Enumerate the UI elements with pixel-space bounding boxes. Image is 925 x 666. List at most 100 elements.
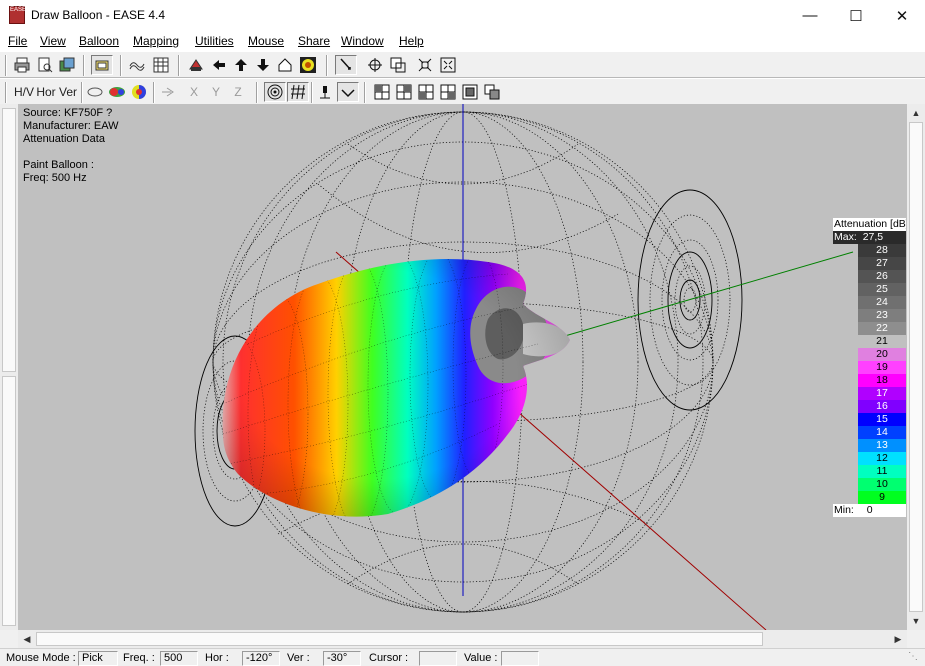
balloon-view-icon[interactable]: [186, 55, 206, 75]
legend-step-25: 25: [858, 283, 906, 296]
close-button[interactable]: ✕: [879, 0, 925, 31]
ease-app-icon[interactable]: EASE: [9, 6, 26, 24]
minimize-button[interactable]: —: [787, 0, 833, 31]
vertical-scrollbar[interactable]: ▲ ▼: [907, 104, 925, 630]
legend-step-20: 20: [858, 348, 906, 361]
legend-step-24: 24: [858, 296, 906, 309]
legend-step-18: 18: [858, 374, 906, 387]
horizontal-scroll-thumb[interactable]: [36, 632, 763, 646]
hv-view-button[interactable]: H/V: [12, 82, 36, 102]
zoom-extents-icon[interactable]: [437, 55, 459, 75]
layout-cascade-icon[interactable]: [482, 82, 502, 102]
menu-view[interactable]: View: [40, 34, 66, 48]
menu-file[interactable]: File: [8, 34, 27, 48]
toolbar-separator: [5, 55, 7, 76]
window-layout-icon[interactable]: [91, 55, 113, 75]
legend-step-28: 28: [858, 244, 906, 257]
scroll-left-arrow-icon[interactable]: ◀: [18, 630, 36, 648]
pick-pointer-icon[interactable]: [335, 55, 357, 75]
arrow-curve-icon[interactable]: [337, 82, 359, 102]
arrow-left-icon[interactable]: [209, 55, 229, 75]
ver-view-button[interactable]: Ver: [57, 82, 79, 102]
arrow-down-icon[interactable]: [253, 55, 273, 75]
mesh-grid-icon[interactable]: [287, 82, 309, 102]
left-scroll-thumb[interactable]: [2, 108, 16, 372]
mouse-mode-label: Mouse Mode :: [6, 652, 76, 664]
left-scroll-strip[interactable]: [0, 104, 18, 630]
radiation-balloon: [222, 258, 570, 517]
ellipse-icon[interactable]: [85, 82, 105, 102]
legend-step-17: 17: [858, 387, 906, 400]
horizontal-scrollbar[interactable]: ◀ ▶: [18, 630, 907, 648]
layout-center-icon[interactable]: [460, 82, 480, 102]
legend-max-value: 27,5: [862, 231, 884, 243]
manufacturer-label: Manufacturer: EAW: [23, 120, 119, 132]
scroll-right-arrow-icon[interactable]: ▶: [889, 630, 907, 648]
cursor-label: Cursor :: [369, 652, 409, 664]
axis-z-button[interactable]: Z: [228, 82, 248, 102]
color-sphere-icon[interactable]: [129, 82, 149, 102]
paint-mode-label: Paint Balloon :: [23, 159, 94, 171]
copy-bitmap-icon[interactable]: [57, 55, 77, 75]
hor-value: -120°: [242, 651, 280, 666]
menu-share[interactable]: Share: [298, 34, 330, 48]
resize-grip-icon[interactable]: ⋱: [908, 651, 918, 662]
balloon-3d-viewport[interactable]: Source: KF750F ? Manufacturer: EAW Atten…: [18, 104, 908, 630]
main-toolbar: [0, 51, 925, 78]
menu-mouse[interactable]: Mouse: [248, 34, 284, 48]
legend-step-19: 19: [858, 361, 906, 374]
legend-step-26: 26: [858, 270, 906, 283]
legend-step-22: 22: [858, 322, 906, 335]
legend-step-15: 15: [858, 413, 906, 426]
left-scroll-thumb-lower[interactable]: [2, 376, 16, 626]
curves-icon[interactable]: [127, 55, 147, 75]
ver-label: Ver :: [287, 652, 310, 664]
menu-window[interactable]: Window: [341, 34, 384, 48]
menu-help[interactable]: Help: [399, 34, 424, 48]
print-preview-icon[interactable]: [35, 55, 55, 75]
menu-balloon[interactable]: Balloon: [79, 34, 119, 48]
value-label: Value :: [464, 652, 498, 664]
toolbar-separator: [153, 82, 155, 103]
value-value: [501, 651, 539, 666]
toolbar-separator: [311, 82, 313, 103]
axis-y-button[interactable]: Y: [206, 82, 226, 102]
maximize-button[interactable]: ☐: [833, 0, 879, 31]
toolbar-separator: [5, 82, 7, 103]
print-icon[interactable]: [12, 55, 32, 75]
toolbar-separator: [81, 82, 83, 103]
hor-label: Hor :: [205, 652, 229, 664]
crosshair-icon[interactable]: [364, 55, 386, 75]
legend-step-16: 16: [858, 400, 906, 413]
status-bar: Mouse Mode : Pick Freq. : 500 Hor : -120…: [0, 648, 925, 666]
layout-bottom-right-icon[interactable]: [438, 82, 458, 102]
scroll-up-arrow-icon[interactable]: ▲: [907, 104, 925, 122]
toolbar-separator: [364, 82, 366, 103]
zoom-in-icon[interactable]: [414, 55, 436, 75]
target-icon[interactable]: [264, 82, 286, 102]
speaker-stand-icon[interactable]: [315, 82, 335, 102]
toolbar-separator: [178, 55, 180, 76]
grid-table-icon[interactable]: [151, 55, 171, 75]
layout-quad-icon[interactable]: [372, 82, 392, 102]
zoom-window-icon[interactable]: [388, 55, 408, 75]
color-view-icon[interactable]: [297, 55, 319, 75]
menu-mapping[interactable]: Mapping: [133, 34, 179, 48]
home-view-icon[interactable]: [275, 55, 295, 75]
layout-bottom-left-icon[interactable]: [416, 82, 436, 102]
legend-step-12: 12: [858, 452, 906, 465]
toolbar-separator: [83, 55, 85, 76]
hor-view-button[interactable]: Hor: [35, 82, 57, 102]
arrow-up-icon[interactable]: [231, 55, 251, 75]
legend-step-10: 10: [858, 478, 906, 491]
layout-top-right-icon[interactable]: [394, 82, 414, 102]
ver-value: -30°: [323, 651, 361, 666]
scroll-down-arrow-icon[interactable]: ▼: [907, 612, 925, 630]
color-balloon-icon[interactable]: [107, 82, 127, 102]
legend-step-21: 21: [858, 335, 906, 348]
menu-utilities[interactable]: Utilities: [195, 34, 234, 48]
axis-x-button[interactable]: X: [184, 82, 204, 102]
toolbar-separator: [120, 55, 122, 76]
vertical-scroll-thumb[interactable]: [909, 122, 923, 612]
beam-icon[interactable]: [159, 82, 179, 102]
